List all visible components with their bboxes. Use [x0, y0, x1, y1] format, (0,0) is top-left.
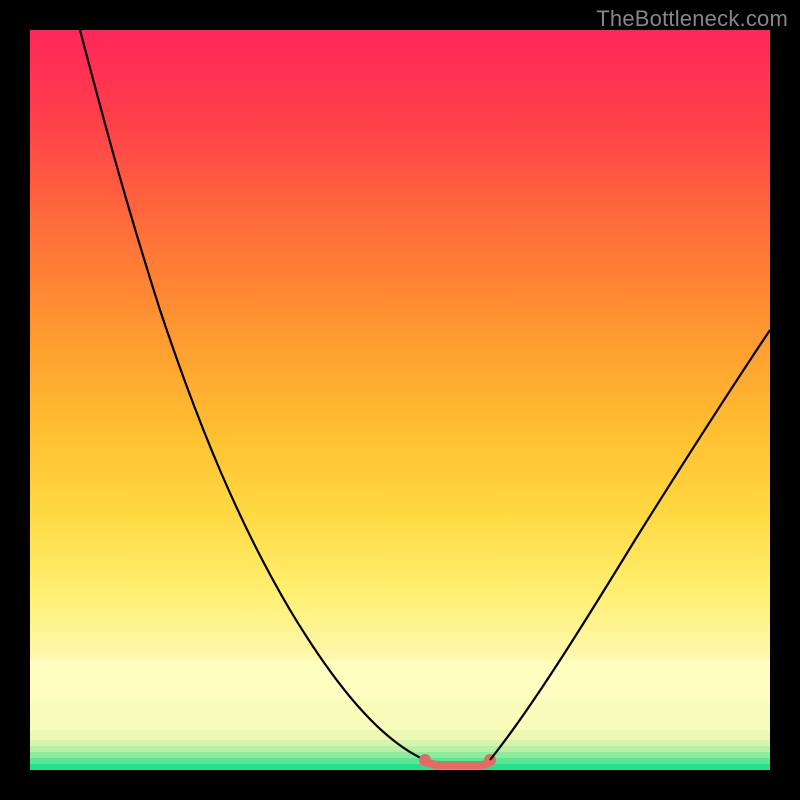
flat-bottom-curve — [425, 760, 490, 765]
chart-stage: TheBottleneck.com — [0, 0, 800, 800]
right-curve — [490, 330, 770, 760]
left-curve — [80, 30, 425, 760]
watermark-text: TheBottleneck.com — [596, 6, 788, 32]
curve-svg — [30, 30, 770, 770]
series-endpoint-left — [419, 754, 431, 766]
plot-area — [30, 30, 770, 770]
